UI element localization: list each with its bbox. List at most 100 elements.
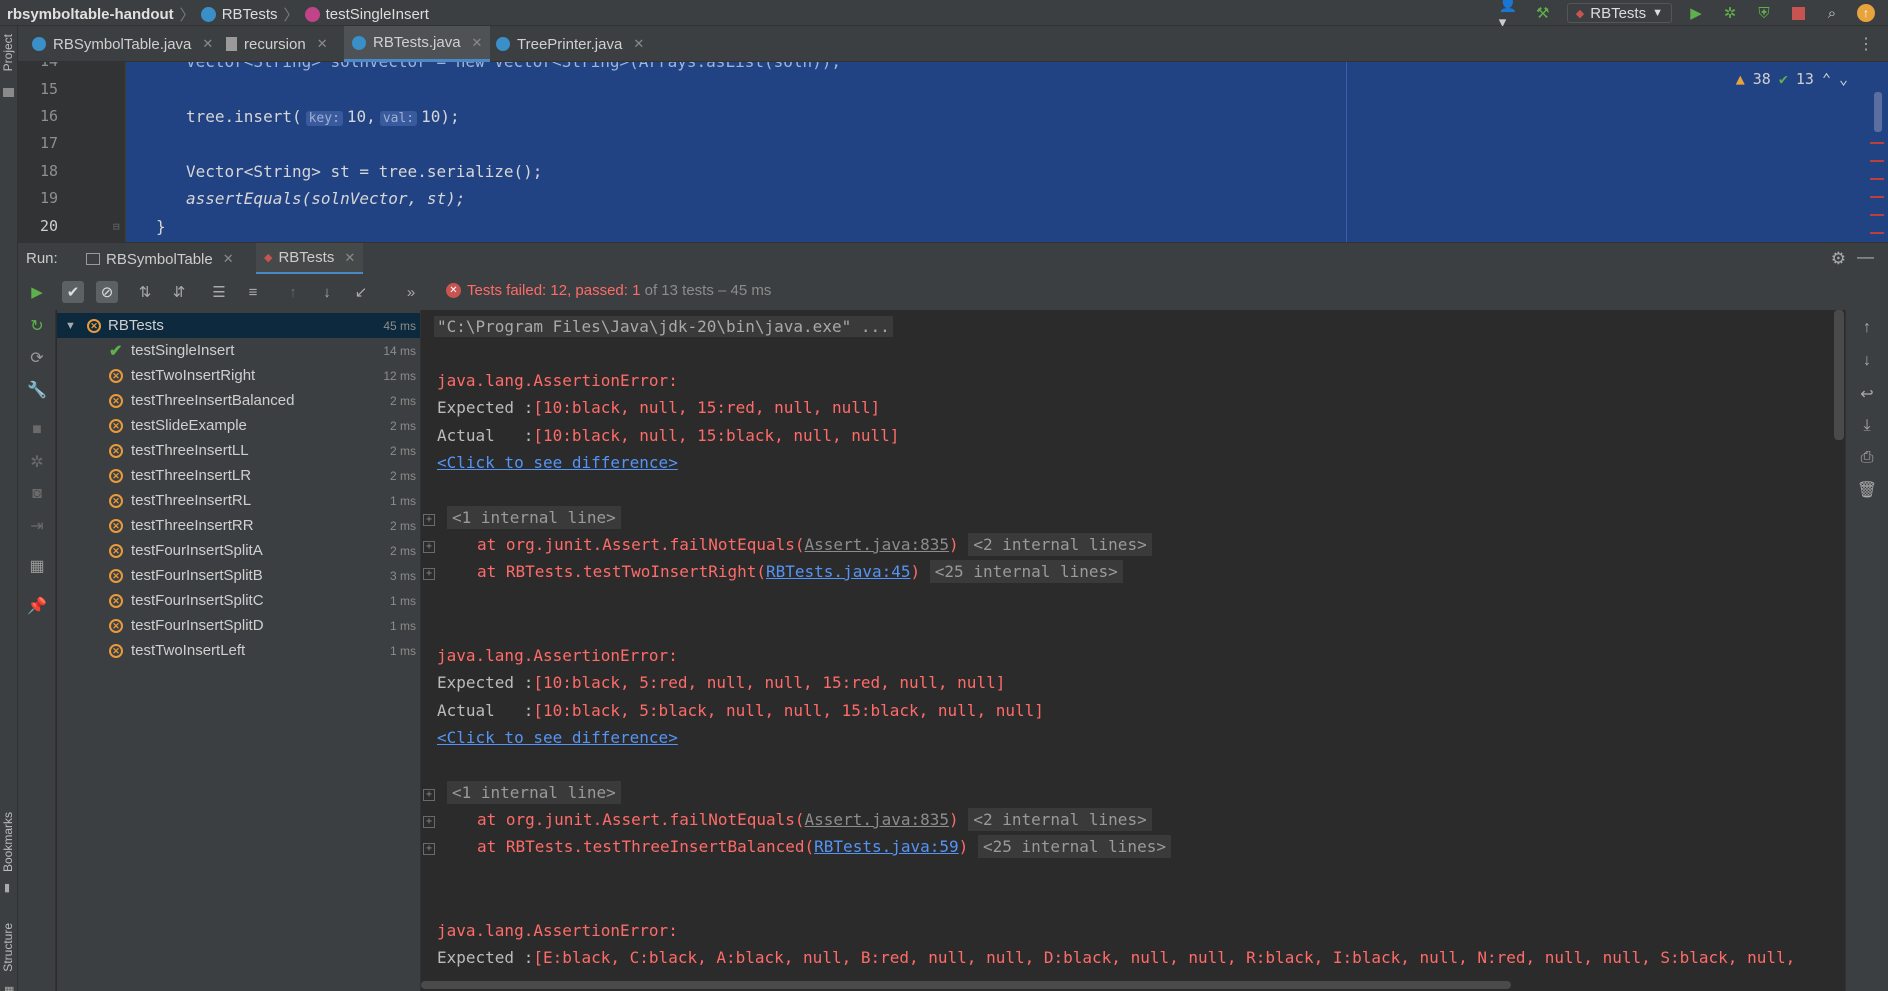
more-icon[interactable]: » [400, 281, 422, 303]
test-row[interactable]: ✕ testThreeInsertLL 2 ms [57, 438, 420, 463]
console-output[interactable]: "C:\Program Files\Java\jdk-20\bin\java.e… [421, 310, 1845, 991]
error-mark[interactable] [1870, 196, 1884, 198]
update-icon[interactable]: ↑ [1856, 3, 1876, 23]
close-icon[interactable]: ✕ [344, 250, 355, 266]
search-icon[interactable]: ⌕ [1822, 3, 1842, 23]
internal-lines-fold[interactable]: <25 internal lines> [929, 560, 1123, 583]
scroll-to-end-icon[interactable]: ⤓ [1857, 416, 1877, 436]
folded-lines[interactable]: <1 internal line> [447, 506, 621, 529]
structure-icon[interactable]: ▦ [4, 984, 14, 991]
collapse-all-icon[interactable]: ≡ [242, 281, 264, 303]
code-area[interactable]: Vector<String> solnVector = new Vector<S… [126, 62, 1888, 242]
rerun-failed-icon[interactable]: ↻ [27, 316, 47, 336]
tab-rbtests[interactable]: RBTests.java ✕ [344, 26, 491, 62]
test-row[interactable]: ✕ testFourInsertSplitC 1 ms [57, 588, 420, 613]
previous-failed-icon[interactable]: ↑ [282, 281, 304, 303]
console-horizontal-scrollbar[interactable] [421, 981, 1511, 989]
minimize-icon[interactable]: — [1857, 247, 1874, 267]
stop-icon[interactable]: ■ [27, 420, 47, 440]
test-row[interactable]: ✕ testTwoInsertLeft 1 ms [57, 638, 420, 663]
wrench-icon[interactable]: 🔧 [27, 380, 47, 400]
click-to-see-difference-link[interactable]: <Click to see difference> [437, 453, 678, 472]
source-link[interactable]: Assert.java:835 [805, 535, 950, 554]
stop-icon[interactable] [1788, 3, 1808, 23]
expand-icon[interactable]: + [423, 843, 435, 855]
close-icon[interactable]: ✕ [223, 251, 234, 267]
run-tab-rbtests[interactable]: ◆ RBTests ✕ [256, 243, 364, 275]
error-mark[interactable] [1870, 142, 1884, 144]
debug-icon[interactable]: ✲ [1720, 3, 1740, 23]
tab-recursion[interactable]: recursion ✕ [218, 26, 336, 62]
print-icon[interactable]: ⎙ [1857, 448, 1877, 468]
test-row[interactable]: ✔ testSingleInsert 14 ms [57, 338, 420, 363]
rerun-icon[interactable]: ▶ [26, 281, 48, 303]
tab-treeprinter[interactable]: TreePrinter.java ✕ [488, 26, 652, 62]
fold-icon[interactable]: ⊟ [113, 220, 120, 233]
project-tool-label[interactable]: Project [1, 34, 15, 71]
structure-tool-label[interactable]: Structure [1, 923, 15, 972]
chevron-down-icon[interactable]: ⌄ [1839, 70, 1848, 88]
gear-icon[interactable]: ⚙ [1831, 249, 1846, 269]
source-link[interactable]: RBTests.java:45 [766, 562, 911, 581]
run-tab-rbsymboltable[interactable]: RBSymbolTable ✕ [78, 243, 242, 275]
breadcrumb-class[interactable]: RBTests [222, 6, 278, 23]
arrow-down-icon[interactable]: ↓ [1857, 351, 1877, 371]
chevron-up-icon[interactable]: ⌃ [1822, 70, 1831, 88]
breadcrumb-project[interactable]: rbsymboltable-handout [7, 6, 174, 23]
breadcrumb-method[interactable]: testSingleInsert [326, 6, 429, 23]
expand-all-icon[interactable]: ☰ [208, 281, 230, 303]
error-mark[interactable] [1870, 214, 1884, 216]
close-icon[interactable]: ✕ [202, 36, 213, 52]
layout-icon[interactable]: ▦ [27, 556, 47, 576]
test-row[interactable]: ✕ testFourInsertSplitD 1 ms [57, 613, 420, 638]
internal-lines-fold[interactable]: <1 internal line> [447, 506, 621, 529]
test-suite-row[interactable]: ▼ ✕ RBTests 45 ms [57, 313, 420, 338]
import-tests-icon[interactable]: ↙ [350, 281, 372, 303]
test-row[interactable]: ✕ testTwoInsertRight 12 ms [57, 363, 420, 388]
close-icon[interactable]: ✕ [633, 36, 644, 52]
error-mark[interactable] [1870, 160, 1884, 162]
test-row[interactable]: ✕ testThreeInsertBalanced 2 ms [57, 388, 420, 413]
error-mark[interactable] [1870, 178, 1884, 180]
inspection-widget[interactable]: ▲ 38 ✔ 13 ⌃ ⌄ [1736, 70, 1848, 88]
internal-lines-fold[interactable]: <2 internal lines> [968, 533, 1152, 556]
trash-icon[interactable]: 🗑 [1857, 480, 1877, 500]
error-stripe[interactable] [1870, 92, 1884, 242]
editor-scrollbar[interactable] [1874, 92, 1882, 132]
show-passed-icon[interactable]: ✔ [62, 281, 84, 303]
console-scrollbar[interactable] [1834, 310, 1844, 440]
expand-icon[interactable]: + [423, 816, 435, 828]
error-mark[interactable] [1870, 232, 1884, 234]
coverage-icon[interactable]: ⛨ [1754, 3, 1774, 23]
test-row[interactable]: ✕ testThreeInsertRR 2 ms [57, 513, 420, 538]
source-link[interactable]: Assert.java:835 [805, 810, 950, 829]
internal-lines-fold[interactable]: <25 internal lines> [977, 835, 1171, 858]
pin-icon[interactable]: 📌 [27, 596, 47, 616]
internal-lines-fold[interactable]: <1 internal line> [447, 781, 621, 804]
test-row[interactable]: ✕ testFourInsertSplitA 2 ms [57, 538, 420, 563]
code-editor[interactable]: 14 15 16 17 18 19 20 ⊟ Vector<String> so… [18, 62, 1888, 242]
expand-icon[interactable]: + [423, 514, 435, 526]
bookmarks-tool-label[interactable]: Bookmarks [1, 812, 15, 872]
click-to-see-difference-link[interactable]: <Click to see difference> [437, 728, 678, 747]
internal-lines-fold[interactable]: <2 internal lines> [968, 808, 1152, 831]
folded-lines[interactable]: <1 internal line> [447, 781, 621, 804]
test-row[interactable]: ✕ testThreeInsertRL 1 ms [57, 488, 420, 513]
sort-by-duration-icon[interactable]: ⇵ [168, 281, 190, 303]
camera-icon[interactable]: ◙ [27, 484, 47, 504]
close-icon[interactable]: ✕ [472, 35, 483, 51]
exit-icon[interactable]: ⇥ [27, 516, 47, 536]
run-icon[interactable]: ▶ [1686, 3, 1706, 23]
account-icon[interactable]: 👤▾ [1499, 0, 1519, 31]
bookmark-icon[interactable]: ▮ [4, 881, 10, 894]
toggle-auto-test-icon[interactable]: ⟳ [27, 348, 47, 368]
tab-rbsymboltable[interactable]: RBSymbolTable.java ✕ [24, 26, 221, 62]
expand-icon[interactable]: + [423, 541, 435, 553]
sort-alphabetically-icon[interactable]: ⇅ [134, 281, 156, 303]
test-row[interactable]: ✕ testFourInsertSplitB 3 ms [57, 563, 420, 588]
more-vertical-icon[interactable]: ⋮ [1858, 34, 1874, 54]
run-configuration-select[interactable]: ◆ RBTests ▼ [1566, 3, 1672, 23]
source-link[interactable]: RBTests.java:59 [814, 837, 959, 856]
debug-icon[interactable]: ✲ [27, 452, 47, 472]
chevron-down-icon[interactable]: ▼ [65, 320, 76, 332]
